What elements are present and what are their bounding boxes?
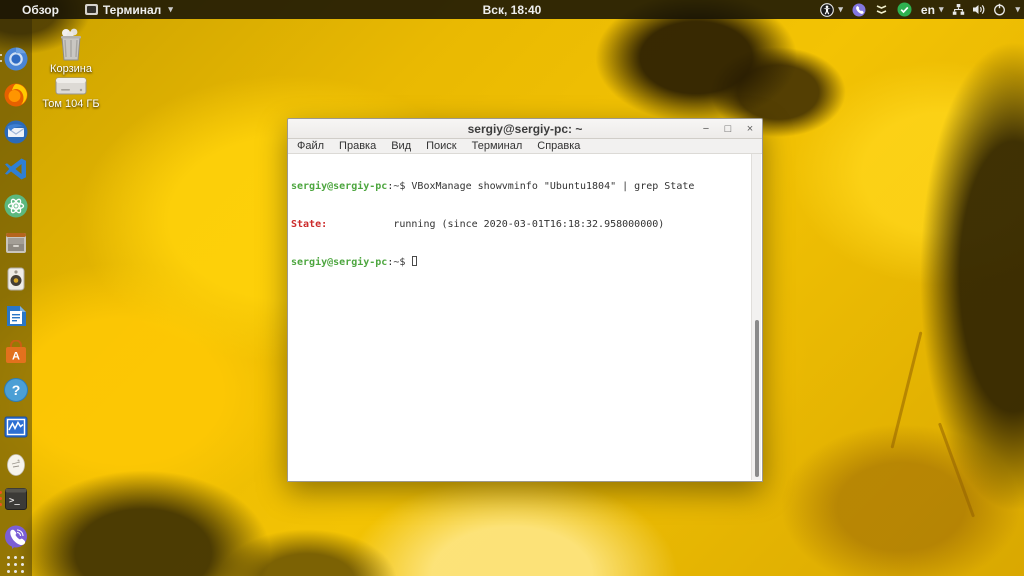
help-icon: ? [4,378,28,402]
keyboard-layout-menu[interactable]: en ▾ [921,3,944,17]
terminal-output-area[interactable]: sergiy@sergiy-pc:~$ VBoxManage showvminf… [288,154,762,481]
terminal-icon [84,4,98,15]
terminal-line: sergiy@sergiy-pc:~$ [291,256,748,270]
state-value: running (since 2020-03-01T16:18:32.95800… [327,218,665,230]
dock-item-green-atom-app[interactable] [3,193,29,219]
drive-icon [55,77,87,95]
prompt-user-host: sergiy@sergiy-pc [291,257,388,268]
menu-edit[interactable]: Правка [339,140,376,152]
dock-item-help[interactable]: ? [3,377,29,403]
vscode-icon [5,158,26,180]
viber-indicator-icon [852,3,866,16]
app-zigzag-icon [876,5,887,14]
focused-app-label: Терминал [102,2,162,17]
clock-label: Вск, 18:40 [482,2,542,17]
state-label: State: [291,218,328,230]
chevron-down-icon: ▾ [938,4,944,14]
desktop-icon-volume[interactable]: Том 104 ГБ [38,74,104,110]
dock: A ? >_ [0,19,32,576]
running-indicator-dot [0,491,2,494]
egg-app-icon [7,454,25,476]
terminal-line: sergiy@sergiy-pc:~$ VBoxManage showvminf… [291,181,748,194]
chevron-down-icon: ▾ [838,4,843,14]
thunderbird-icon [4,120,28,144]
running-indicator-dot [0,497,2,500]
menu-search[interactable]: Поиск [426,140,456,152]
firefox-icon [4,83,28,107]
app-indicator-zigzag[interactable] [875,3,888,16]
terminal-scrollbar[interactable] [751,154,761,480]
svg-text:A: A [12,351,20,363]
prompt-path: :~$ [387,181,406,192]
status-ok-indicator[interactable] [897,2,912,17]
window-menubar: Файл Правка Вид Поиск Терминал Справка [288,139,762,154]
dock-item-ubuntu-software[interactable]: A [3,340,29,366]
dock-item-music-player[interactable] [3,266,29,292]
activities-button[interactable]: Обзор [18,3,63,17]
desktop: Обзор Терминал ▾ Вск, 18:40 ▾ en ▾ ▾ A ?… [0,0,1024,576]
viber-icon [5,525,27,549]
focused-app-menu[interactable]: Терминал ▾ [84,2,173,17]
running-indicator-dot [0,503,2,506]
maximize-button[interactable]: □ [722,123,734,135]
prompt-path: :~$ [387,257,412,268]
menu-view[interactable]: Вид [391,140,411,152]
chevron-down-icon: ▾ [1015,4,1020,14]
minimize-button[interactable]: − [700,123,712,135]
network-wired-icon [953,4,965,15]
music-player-icon [7,267,25,291]
dock-item-terminal[interactable]: >_ [0,486,29,512]
window-titlebar[interactable]: sergiy@sergiy-pc: ~ − □ × [288,119,762,139]
libreoffice-writer-icon [7,306,26,326]
dock-item-egg-app[interactable] [3,451,29,477]
dock-item-vscode[interactable] [3,156,29,182]
dock-item-system-monitor[interactable] [3,414,29,440]
accessibility-icon [820,2,835,17]
dock-item-file-cabinet[interactable] [3,230,29,256]
power-icon [994,3,1006,16]
menu-terminal[interactable]: Терминал [472,140,523,152]
ubuntu-software-icon: A [6,340,26,363]
viber-indicator[interactable] [852,3,866,17]
system-menu[interactable]: ▾ [952,3,1020,16]
running-indicator-dot [0,54,2,56]
green-atom-app-icon [4,194,28,218]
status-ok-icon [897,2,912,17]
dock-item-chromium[interactable] [0,46,29,72]
keyboard-layout-label: en [920,2,935,17]
trash-icon [61,28,81,61]
clock[interactable]: Вск, 18:40 [483,0,542,19]
menu-file[interactable]: Файл [297,140,324,152]
chevron-down-icon: ▾ [168,4,173,14]
volume-icon [973,4,985,15]
running-indicator-dot [0,60,2,62]
desktop-icon-trash[interactable]: Корзина [38,27,104,75]
terminal-cursor [412,256,418,266]
file-cabinet-icon [6,233,26,253]
terminal-window: sergiy@sergiy-pc: ~ − □ × Файл Правка Ви… [287,118,763,482]
window-title: sergiy@sergiy-pc: ~ [467,121,583,136]
dock-item-thunderbird[interactable] [3,119,29,145]
terminal-app-icon: >_ [5,488,27,510]
desktop-icon-label: Том 104 ГБ [42,98,100,110]
svg-text:?: ? [12,382,21,398]
chromium-icon [4,47,28,71]
system-monitor-icon [4,416,28,438]
command-text: VBoxManage showvminfo "Ubuntu1804" | gre… [405,181,695,192]
menu-help[interactable]: Справка [537,140,580,152]
show-applications-button[interactable] [7,556,25,574]
dock-item-viber[interactable] [3,524,29,550]
accessibility-menu[interactable]: ▾ [820,2,843,17]
close-button[interactable]: × [744,123,756,135]
dock-item-firefox[interactable] [3,82,29,108]
scrollbar-thumb[interactable] [755,320,759,477]
terminal-line: State: running (since 2020-03-01T16:18:3… [291,219,748,232]
dock-item-libreoffice-writer[interactable] [3,303,29,329]
prompt-user-host: sergiy@sergiy-pc [291,181,388,192]
top-bar: Обзор Терминал ▾ Вск, 18:40 ▾ en ▾ ▾ [0,0,1024,19]
svg-text:>_: >_ [9,496,20,506]
